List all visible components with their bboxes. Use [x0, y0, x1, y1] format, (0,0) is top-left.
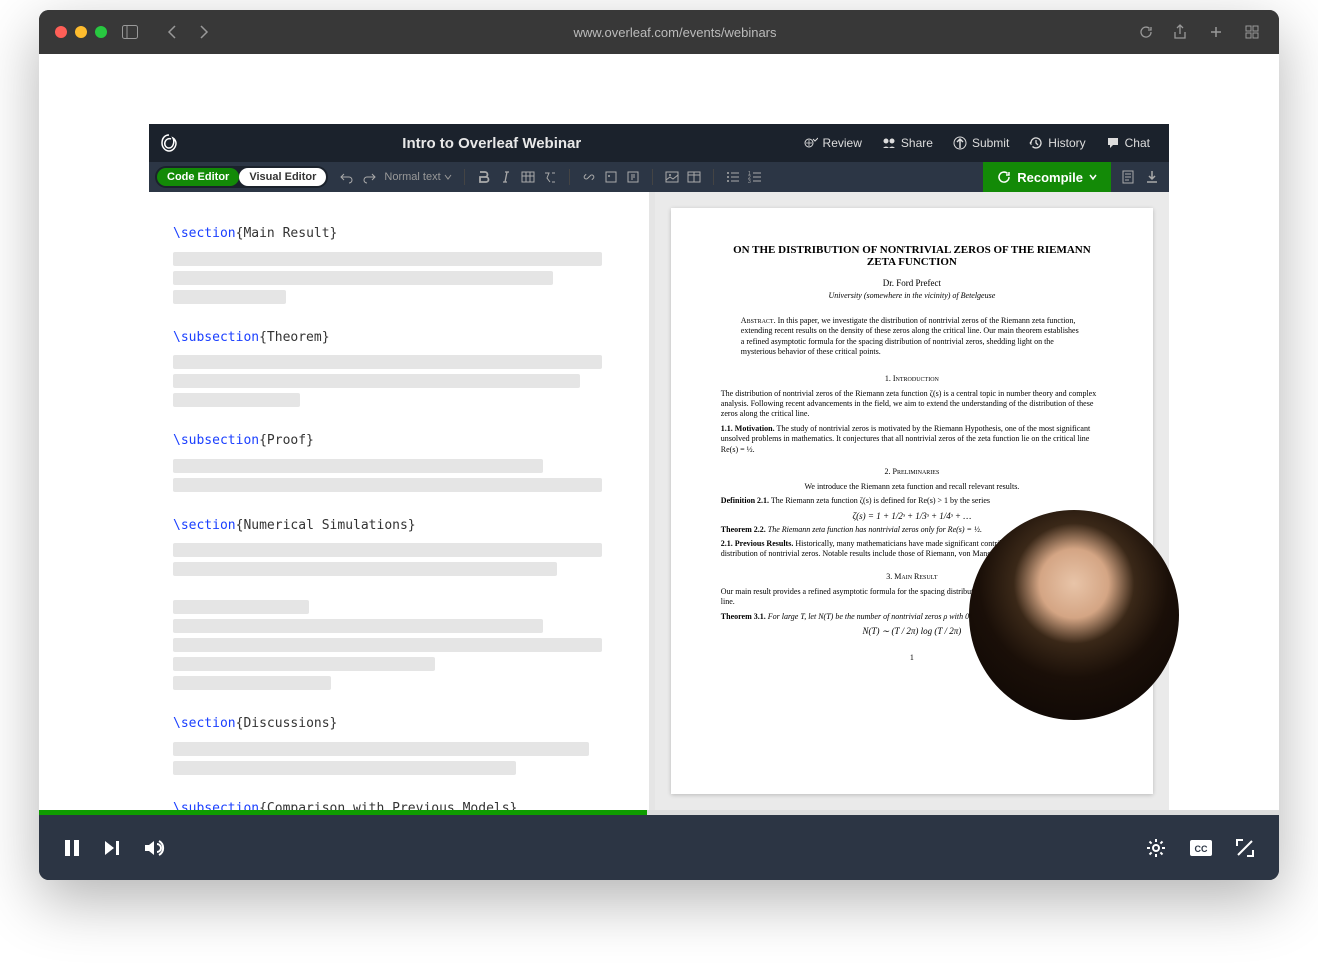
pdf-paragraph: We introduce the Riemann zeta function a… — [721, 482, 1103, 492]
download-icon[interactable] — [1145, 170, 1159, 184]
pause-button[interactable] — [63, 838, 81, 858]
overleaf-header: Intro to Overleaf Webinar Review Share S… — [149, 124, 1169, 162]
skeleton-block — [173, 742, 625, 775]
italic-icon[interactable] — [499, 170, 513, 184]
chat-button[interactable]: Chat — [1097, 131, 1159, 155]
maximize-window-button[interactable] — [95, 26, 107, 38]
code-line: \subsection{Comparison with Previous Mod… — [173, 799, 625, 811]
bold-icon[interactable] — [477, 170, 491, 184]
code-line: \subsection{Theorem} — [173, 328, 625, 348]
sidebar-toggle-icon[interactable] — [119, 21, 141, 43]
code-line: \section{Discussions} — [173, 714, 625, 734]
review-button[interactable]: Review — [795, 131, 871, 155]
pdf-paragraph: 1.1. Motivation. The study of nontrivial… — [721, 424, 1103, 455]
share-icon[interactable] — [1169, 21, 1191, 43]
editor-mode-toggle: Code Editor Visual Editor — [155, 166, 328, 188]
overleaf-toolbar: Code Editor Visual Editor Normal text — [149, 162, 1169, 192]
captions-button[interactable]: CC — [1189, 838, 1213, 858]
submit-button[interactable]: Submit — [944, 131, 1018, 155]
presenter-webcam — [969, 510, 1179, 720]
header-buttons: Review Share Submit History Chat — [795, 131, 1159, 155]
pdf-section-head: 2. Preliminaries — [721, 467, 1103, 476]
reload-button[interactable] — [1135, 21, 1157, 43]
skeleton-block — [173, 543, 625, 576]
pdf-author: Dr. Ford Prefect — [721, 278, 1103, 288]
undo-icon[interactable] — [340, 170, 354, 184]
logs-icon[interactable] — [1121, 170, 1135, 184]
forward-button[interactable] — [193, 21, 215, 43]
svg-text:3: 3 — [748, 179, 751, 184]
bullet-list-icon[interactable] — [726, 170, 740, 184]
url-bar[interactable]: www.overleaf.com/events/webinars — [227, 25, 1123, 40]
pdf-abstract: Abstract. In this paper, we investigate … — [721, 316, 1103, 358]
redo-icon[interactable] — [362, 170, 376, 184]
recompile-button[interactable]: Recompile — [983, 162, 1111, 192]
overleaf-logo-icon — [159, 133, 179, 153]
split-pane: \section{Main Result} \subsection{Theorem… — [149, 192, 1169, 810]
format-dropdown[interactable]: Normal text — [384, 171, 451, 183]
pdf-section-head: 1. Introduction — [721, 374, 1103, 383]
overleaf-app: Intro to Overleaf Webinar Review Share S… — [149, 124, 1169, 810]
browser-chrome: www.overleaf.com/events/webinars — [39, 10, 1279, 54]
preview-toolbar-right — [1111, 170, 1169, 184]
pdf-affiliation: University (somewhere in the vicinity) o… — [721, 291, 1103, 300]
skeleton-block — [173, 600, 625, 690]
browser-content: Intro to Overleaf Webinar Review Share S… — [39, 54, 1279, 810]
close-window-button[interactable] — [55, 26, 67, 38]
chevron-down-icon — [1089, 173, 1097, 181]
code-editor-pane[interactable]: \section{Main Result} \subsection{Theorem… — [149, 192, 649, 810]
format-toolbar: Normal text 123 — [340, 169, 761, 185]
link-icon[interactable] — [582, 170, 596, 184]
video-controls: CC — [39, 810, 1279, 880]
table-icon[interactable] — [521, 170, 535, 184]
code-line: \subsection{Proof} — [173, 431, 625, 451]
volume-button[interactable] — [143, 838, 165, 858]
code-editor-tab[interactable]: Code Editor — [157, 168, 239, 186]
video-progress-fill — [39, 810, 647, 815]
fullscreen-button[interactable] — [1235, 838, 1255, 858]
traffic-lights — [55, 26, 107, 38]
browser-right-buttons — [1169, 21, 1263, 43]
insert-table-icon[interactable] — [687, 170, 701, 184]
project-title: Intro to Overleaf Webinar — [189, 135, 795, 152]
minimize-window-button[interactable] — [75, 26, 87, 38]
pdf-paragraph: The distribution of nontrivial zeros of … — [721, 389, 1103, 420]
math-icon[interactable] — [543, 170, 557, 184]
code-line: \section{Main Result} — [173, 224, 625, 244]
ref-icon[interactable] — [626, 170, 640, 184]
pdf-title: ON THE DISTRIBUTION OF NONTRIVIAL ZEROS … — [721, 244, 1103, 268]
pdf-definition: Definition 2.1. The Riemann zeta functio… — [721, 496, 1103, 506]
svg-text:CC: CC — [1195, 844, 1208, 854]
visual-editor-tab[interactable]: Visual Editor — [239, 168, 326, 186]
settings-button[interactable] — [1145, 837, 1167, 859]
browser-nav — [161, 21, 215, 43]
next-button[interactable] — [103, 839, 121, 857]
tabs-grid-icon[interactable] — [1241, 21, 1263, 43]
code-line: \section{Numerical Simulations} — [173, 516, 625, 536]
share-button[interactable]: Share — [873, 131, 942, 155]
skeleton-block — [173, 459, 625, 492]
history-button[interactable]: History — [1020, 131, 1094, 155]
back-button[interactable] — [161, 21, 183, 43]
number-list-icon[interactable]: 123 — [748, 170, 762, 184]
figure-icon[interactable] — [665, 170, 679, 184]
browser-window: www.overleaf.com/events/webinars Intro t… — [39, 10, 1279, 880]
cite-icon[interactable] — [604, 170, 618, 184]
new-tab-icon[interactable] — [1205, 21, 1227, 43]
video-progress-track[interactable] — [39, 810, 1279, 815]
skeleton-block — [173, 355, 625, 407]
skeleton-block — [173, 252, 625, 304]
